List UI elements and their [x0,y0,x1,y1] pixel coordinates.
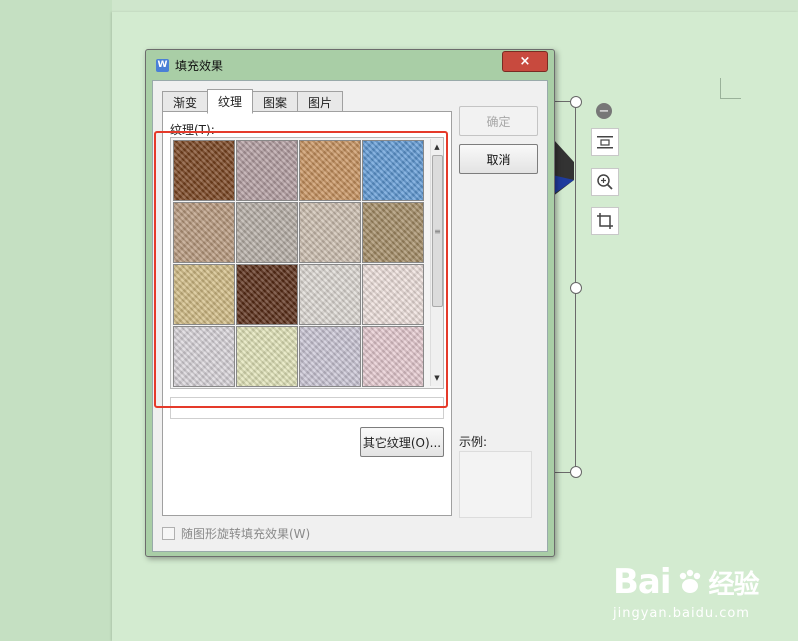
zoom-in-icon [597,174,613,190]
cancel-button[interactable]: 取消 [459,144,538,174]
crop-icon [597,213,613,229]
watermark-brand-tail: 经验 [708,569,760,600]
watermark-url: jingyan.baidu.com [613,606,750,621]
resize-handle-top-right[interactable] [570,96,582,108]
tab-picture[interactable]: 图片 [297,91,344,113]
text-wrap-button[interactable] [591,128,619,156]
sample-preview [459,451,532,518]
text-wrap-icon [597,136,613,149]
zoom-button[interactable] [591,168,619,196]
watermark-brand: Bai [613,562,672,602]
dialog-title: 填充效果 [175,58,224,73]
resize-handle-right[interactable] [570,282,582,294]
paw-icon [679,569,700,593]
page-margin-marker [720,78,741,99]
rotate-with-shape-option[interactable]: 随图形旋转填充效果(W) [162,525,310,542]
baidu-jingyan-watermark: Bai 经验 jingyan.baidu.com [613,560,798,630]
rotate-option-label: 随图形旋转填充效果(W) [181,527,311,541]
resize-handle-bottom-right[interactable] [570,466,582,478]
workspace-background [0,0,112,641]
wps-app-icon: W [156,58,169,72]
ok-button[interactable]: 确定 [459,106,538,136]
tab-gradient[interactable]: 渐变 [162,91,209,113]
dialog-title-bar: W 填充效果 [156,56,223,74]
highlight-annotation [154,131,448,408]
sample-label: 示例: [459,435,488,449]
tab-texture[interactable]: 纹理 [207,89,254,114]
close-button[interactable]: × [502,51,548,72]
tab-pattern[interactable]: 图案 [252,91,299,113]
rotate-checkbox[interactable] [162,527,175,540]
crop-button[interactable] [591,207,619,235]
collapse-toolbar-button[interactable]: − [596,103,612,119]
other-texture-button[interactable]: 其它纹理(O)... [360,427,444,457]
